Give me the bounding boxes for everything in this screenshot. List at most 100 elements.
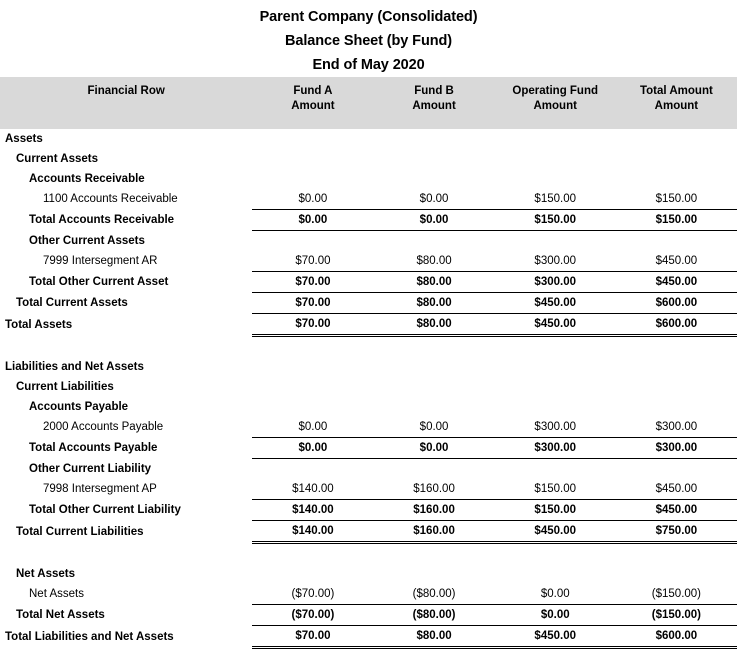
row-value: $80.00	[373, 292, 495, 314]
row-value: $160.00	[373, 520, 495, 544]
row-value	[495, 336, 616, 358]
row-label: 7998 Intersegment AP	[43, 483, 157, 496]
row-value	[616, 543, 737, 565]
row-value: ($150.00)	[615, 604, 737, 626]
table-row: Accounts Receivable	[0, 169, 737, 189]
column-header-total-amount-name: Total Amount	[639, 85, 713, 97]
row-value	[252, 459, 373, 480]
row-value: $300.00	[494, 437, 616, 459]
row-value: $450.00	[494, 292, 616, 314]
table-row: Total Accounts Receivable $0.00 $0.00 $150.…	[0, 209, 737, 231]
row-value: $450.00	[494, 520, 616, 544]
row-value: $450.00	[494, 625, 616, 649]
row-value: $600.00	[615, 292, 737, 314]
table-spacer-row	[0, 543, 737, 565]
row-value: $750.00	[615, 520, 737, 544]
row-value: $150.00	[494, 499, 616, 521]
row-value: ($80.00)	[373, 604, 495, 626]
row-value	[495, 397, 616, 417]
row-label: 1100 Accounts Receivable	[43, 193, 178, 206]
row-value	[616, 231, 737, 252]
row-value: $80.00	[373, 251, 495, 272]
report-title-company: Parent Company (Consolidated)	[259, 9, 478, 25]
row-value: $150.00	[494, 209, 616, 231]
row-value	[616, 564, 737, 584]
row-value: $0.00	[373, 417, 495, 438]
row-value: $0.00	[252, 189, 374, 210]
table-row: Assets	[0, 129, 737, 149]
column-header-fund-a-sub: Amount	[291, 100, 335, 112]
row-label: Total Assets	[5, 318, 73, 331]
row-value	[495, 231, 616, 252]
row-label: Liabilities and Net Assets	[5, 361, 144, 373]
row-value: $150.00	[615, 189, 737, 210]
row-label: Assets	[5, 133, 43, 145]
row-value: ($150.00)	[615, 584, 737, 605]
row-value: $80.00	[373, 313, 495, 337]
row-value: $0.00	[494, 604, 616, 626]
row-label: Other Current Assets	[29, 234, 145, 247]
row-value: $80.00	[373, 271, 495, 293]
row-value	[252, 357, 373, 377]
row-label: Total Current Liabilities	[16, 525, 144, 538]
column-header-fund-a-name: Fund A	[293, 85, 333, 97]
row-value: $300.00	[494, 417, 616, 438]
row-value: ($70.00)	[252, 584, 374, 605]
row-value: $70.00	[252, 271, 374, 293]
row-value	[373, 129, 494, 149]
row-value	[495, 564, 616, 584]
row-value	[373, 397, 494, 417]
row-value: ($70.00)	[252, 604, 374, 626]
row-value: $450.00	[615, 499, 737, 521]
row-value: $80.00	[373, 625, 495, 649]
table-row: Total Accounts Payable $0.00 $0.00 $300.00 $…	[0, 437, 737, 459]
row-value	[252, 564, 373, 584]
table-row: 1100 Accounts Receivable $0.00 $0.00 $150.0…	[0, 189, 737, 210]
row-value	[616, 459, 737, 480]
row-value: $450.00	[615, 479, 737, 500]
table-row: Liabilities and Net Assets	[0, 357, 737, 377]
row-label: Total Accounts Payable	[29, 442, 158, 454]
row-label: Total Accounts Receivable	[29, 214, 175, 226]
row-value	[616, 357, 737, 377]
table-row: Total Other Current Asset $70.00 $80.00 $30…	[0, 271, 737, 293]
row-value	[252, 149, 373, 169]
row-value	[616, 397, 737, 417]
row-value: $0.00	[373, 189, 495, 210]
row-value: $0.00	[494, 584, 616, 605]
column-header-financial-row: Financial Row	[0, 77, 253, 129]
row-value: $140.00	[252, 479, 374, 500]
row-value	[252, 543, 373, 565]
column-header-fund-b: Fund B Amount	[373, 77, 495, 129]
row-label: 2000 Accounts Payable	[43, 421, 164, 434]
row-label: Net Assets	[16, 568, 76, 580]
row-value: $300.00	[494, 271, 616, 293]
row-value: $450.00	[615, 271, 737, 293]
column-header-operating-fund: Operating Fund Amount	[494, 77, 616, 129]
row-value	[495, 149, 616, 169]
row-label: Accounts Payable	[29, 401, 129, 413]
row-label: Other Current Liability	[29, 462, 152, 475]
table-row: Total Assets $70.00 $80.00 $450.00 $600.00	[0, 313, 737, 337]
row-value	[495, 169, 616, 189]
row-value: $70.00	[252, 625, 374, 649]
row-value	[616, 377, 737, 397]
row-value	[495, 129, 616, 149]
table-row: Accounts Payable	[0, 397, 737, 417]
column-header-operating-fund-name: Operating Fund	[512, 85, 599, 97]
row-value	[373, 231, 494, 252]
row-label: Current Liabilities	[16, 381, 114, 393]
table-row: Other Current Liability	[0, 459, 737, 480]
table-row: 2000 Accounts Payable $0.00 $0.00 $300.00 $3…	[0, 417, 737, 438]
row-value	[495, 543, 616, 565]
column-header-total-amount-sub: Amount	[654, 100, 699, 112]
row-label: Current Assets	[16, 153, 99, 165]
row-label: Total Other Current Asset	[29, 276, 169, 288]
report-title-period: End of May 2020	[312, 57, 425, 73]
row-value	[373, 357, 494, 377]
table-row: 7998 Intersegment AP $140.00 $160.00 $150.0…	[0, 479, 737, 500]
table-body: Assets Current Assets Accounts Receivable 1…	[0, 129, 737, 649]
table-row: Other Current Assets	[0, 231, 737, 252]
row-value: $600.00	[615, 313, 737, 337]
balance-sheet-table: Financial Row Fund A Amount Fund B Amoun…	[0, 77, 737, 649]
